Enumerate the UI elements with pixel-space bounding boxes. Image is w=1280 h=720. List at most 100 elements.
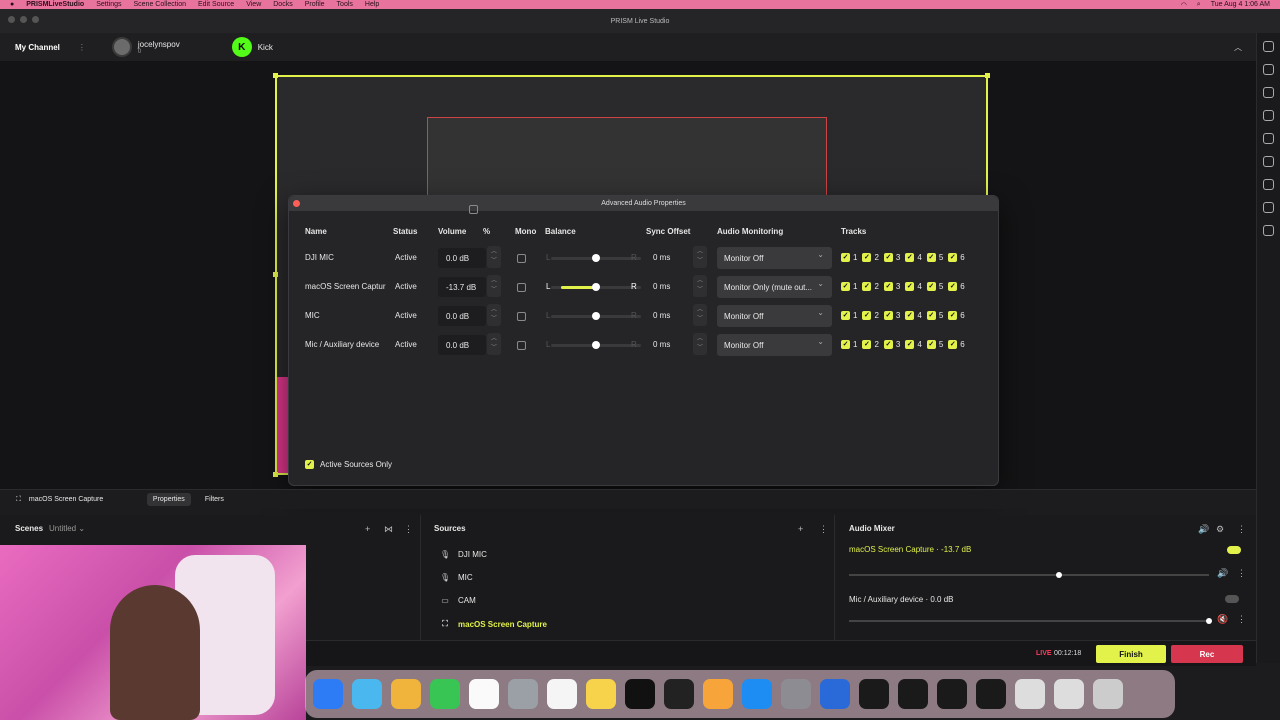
track-checkbox[interactable]: ✓ <box>948 253 958 262</box>
balance-slider[interactable] <box>551 254 641 262</box>
track-toggle[interactable]: ✓ 3 <box>883 340 900 349</box>
percent-checkbox[interactable] <box>469 205 478 214</box>
track-toggle[interactable]: ✓ 6 <box>948 253 965 262</box>
track-checkbox[interactable]: ✓ <box>926 340 936 349</box>
phone-icon[interactable] <box>1263 225 1274 236</box>
track-checkbox[interactable]: ✓ <box>926 282 936 291</box>
menu-profile[interactable]: Profile <box>305 1 325 8</box>
track-checkbox[interactable]: ✓ <box>841 340 850 349</box>
apple-tv-icon[interactable] <box>625 679 655 709</box>
track-checkbox[interactable]: ✓ <box>883 311 893 320</box>
track-checkbox[interactable]: ✓ <box>862 340 872 349</box>
prism-icon[interactable] <box>859 679 889 709</box>
reminders-icon[interactable] <box>547 679 577 709</box>
chevron-up-icon[interactable]: ︿ <box>1234 42 1242 53</box>
sync-stepper[interactable]: ︿ ﹀ <box>693 333 707 355</box>
track-toggle[interactable]: ✓ 6 <box>948 340 965 349</box>
capcut-icon[interactable] <box>664 679 694 709</box>
audio-monitoring-select[interactable]: Monitor Off <box>717 334 832 356</box>
apple-icon[interactable]: ● <box>10 1 14 8</box>
audio-monitoring-select[interactable]: Monitor Off <box>717 305 832 327</box>
volume-stepper[interactable]: ︿ ﹀ <box>487 246 501 268</box>
obs-icon[interactable] <box>976 679 1006 709</box>
track-toggle[interactable]: ✓ 3 <box>883 253 900 262</box>
menu-docks[interactable]: Docks <box>273 1 292 8</box>
slider-knob[interactable] <box>1056 572 1062 578</box>
track-toggle[interactable]: ✓ 1 <box>841 340 857 349</box>
audio-monitoring-select[interactable]: Monitor Off <box>717 247 832 269</box>
menu-settings[interactable]: Settings <box>96 1 121 8</box>
track-checkbox[interactable]: ✓ <box>905 253 915 262</box>
sync-offset-input[interactable]: 0 ms <box>653 340 670 349</box>
track-toggle[interactable]: ✓ 5 <box>926 311 943 320</box>
source-item[interactable]: ▭ CAM <box>440 596 476 605</box>
resize-handle[interactable] <box>273 272 278 277</box>
mixer-toggle[interactable] <box>1225 595 1239 603</box>
menu-tools[interactable]: Tools <box>337 1 353 8</box>
speaker-icon[interactable]: 🔊 <box>1217 568 1228 579</box>
properties-button[interactable]: Properties <box>146 493 191 506</box>
track-checkbox[interactable]: ✓ <box>926 311 936 320</box>
volume-input[interactable]: 0.0 dB <box>438 306 486 326</box>
calendar-icon[interactable] <box>469 679 499 709</box>
track-checkbox[interactable]: ✓ <box>883 253 893 262</box>
track-toggle[interactable]: ✓ 6 <box>948 311 965 320</box>
track-checkbox[interactable]: ✓ <box>841 253 850 262</box>
track-toggle[interactable]: ✓ 1 <box>841 311 857 320</box>
track-checkbox[interactable]: ✓ <box>841 311 850 320</box>
track-checkbox[interactable]: ✓ <box>883 282 893 291</box>
menu-help[interactable]: Help <box>365 1 379 8</box>
add-scene-icon[interactable]: + <box>365 524 370 534</box>
mono-checkbox[interactable] <box>517 283 526 292</box>
downloads-icon[interactable] <box>1015 679 1045 709</box>
sync-stepper[interactable]: ︿ ﹀ <box>693 246 707 268</box>
mono-checkbox[interactable] <box>517 254 526 263</box>
scenes-more-icon[interactable]: ⋮ <box>404 524 413 535</box>
audio-monitoring-select[interactable]: Monitor Only (mute out... <box>717 276 832 298</box>
track-toggle[interactable]: ✓ 2 <box>862 253 879 262</box>
scene-collection-select[interactable]: Untitled ⌄ <box>49 524 85 533</box>
active-only-checkbox[interactable]: ✓ <box>305 460 314 469</box>
prism-icon[interactable] <box>937 679 967 709</box>
camera-icon[interactable] <box>1263 64 1274 75</box>
transition-icon[interactable]: ⋈ <box>384 524 393 535</box>
mono-checkbox[interactable] <box>517 312 526 321</box>
track-toggle[interactable]: ✓ 5 <box>926 282 943 291</box>
sources-more-icon[interactable]: ⋮ <box>819 524 828 535</box>
track-toggle[interactable]: ✓ 5 <box>926 253 943 262</box>
filters-button[interactable]: Filters <box>199 493 230 506</box>
sync-offset-input[interactable]: 0 ms <box>653 311 670 320</box>
track-checkbox[interactable]: ✓ <box>905 282 915 291</box>
files-icon[interactable] <box>820 679 850 709</box>
track-checkbox[interactable]: ✓ <box>841 282 850 291</box>
contacts-icon[interactable] <box>508 679 538 709</box>
source-item[interactable]: 🎙 MIC <box>440 573 473 582</box>
slider-knob[interactable] <box>592 283 600 291</box>
track-toggle[interactable]: ✓ 4 <box>905 340 922 349</box>
add-source-icon[interactable]: + <box>798 524 803 534</box>
music-icon[interactable] <box>1263 202 1274 213</box>
track-toggle[interactable]: ✓ 1 <box>841 253 857 262</box>
muted-speaker-icon[interactable]: 🔇 <box>1217 614 1228 625</box>
volume-slider[interactable] <box>849 618 1212 624</box>
slider-knob[interactable] <box>592 254 600 262</box>
folder-icon[interactable] <box>1054 679 1084 709</box>
wifi-icon[interactable]: ◠ <box>1181 1 1187 9</box>
slider-knob[interactable] <box>592 341 600 349</box>
mixer-toggle[interactable] <box>1227 546 1241 554</box>
pages-icon[interactable] <box>703 679 733 709</box>
volume-stepper[interactable]: ︿ ﹀ <box>487 275 501 297</box>
mixer-more-icon[interactable]: ⋮ <box>1237 524 1246 535</box>
track-toggle[interactable]: ✓ 4 <box>905 282 922 291</box>
track-toggle[interactable]: ✓ 2 <box>862 282 879 291</box>
menu-scene-collection[interactable]: Scene Collection <box>133 1 186 8</box>
volume-stepper[interactable]: ︿ ﹀ <box>487 333 501 355</box>
track-toggle[interactable]: ✓ 3 <box>883 282 900 291</box>
system-settings-icon[interactable] <box>781 679 811 709</box>
sync-offset-input[interactable]: 0 ms <box>653 282 670 291</box>
source-item-selected[interactable]: ⛶ macOS Screen Capture <box>440 619 547 629</box>
finder-icon[interactable] <box>313 679 343 709</box>
close-icon[interactable] <box>293 200 300 207</box>
track-toggle[interactable]: ✓ 4 <box>905 253 922 262</box>
rec-button[interactable]: Rec <box>1171 645 1243 663</box>
